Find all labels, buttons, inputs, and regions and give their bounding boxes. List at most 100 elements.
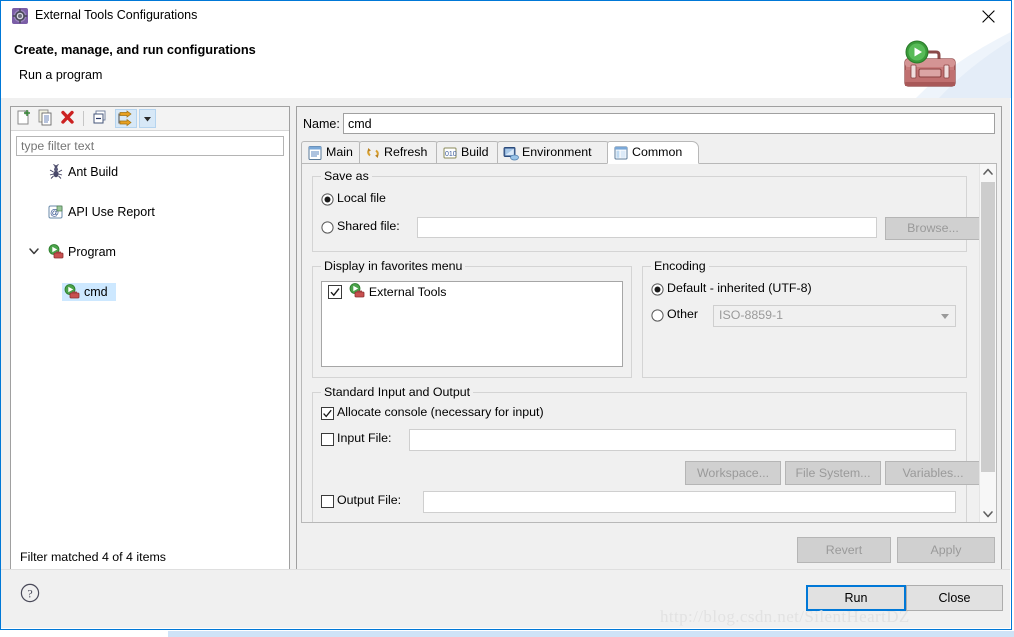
encoding-title: Encoding	[651, 259, 709, 273]
standard-io-title: Standard Input and Output	[321, 385, 474, 399]
title-bar: External Tools Configurations	[1, 1, 1011, 32]
filter-input[interactable]	[16, 136, 284, 156]
delete-configuration-button[interactable]	[59, 109, 79, 128]
revert-button[interactable]: Revert	[797, 537, 891, 563]
dialog-header: Create, manage, and run configurations R…	[1, 32, 1011, 98]
close-icon	[982, 10, 995, 23]
favorites-title: Display in favorites menu	[321, 259, 466, 273]
input-variables-button[interactable]: Variables...	[885, 461, 979, 485]
svg-text:010: 010	[445, 151, 457, 158]
input-file-input[interactable]	[409, 429, 956, 451]
dialog-footer: ? Run Close	[1, 569, 1010, 628]
favorites-list[interactable]: External Tools	[321, 281, 623, 367]
radio-label: Default - inherited (UTF-8)	[667, 281, 812, 295]
banner-graphic	[861, 32, 1011, 98]
configuration-editor-panel: Name: cmd Main Refresh 010 Build Environ…	[296, 106, 1002, 572]
checkbox-indicator[interactable]	[328, 285, 342, 305]
program-icon	[64, 284, 80, 300]
scroll-down-arrow-icon[interactable]	[980, 505, 996, 522]
tab-label: Environment	[522, 145, 592, 159]
close-button[interactable]: Close	[906, 585, 1003, 611]
gear-icon	[12, 8, 28, 24]
tab-refresh[interactable]: Refresh	[359, 141, 441, 163]
filter-dropdown-button[interactable]	[139, 109, 156, 128]
name-row: Name:	[297, 107, 1001, 141]
scroll-up-arrow-icon[interactable]	[980, 164, 996, 181]
window-close-button[interactable]	[966, 1, 1011, 31]
input-file-system-button[interactable]: File System...	[785, 461, 881, 485]
environment-tab-icon	[503, 145, 519, 161]
tree-item-label: Ant Build	[68, 165, 119, 179]
tree-item-program[interactable]: Program	[12, 242, 288, 262]
dialog-body: Ant Build @ API Use Report	[1, 98, 1010, 572]
list-item-label: External Tools	[368, 285, 447, 299]
name-input[interactable]	[343, 113, 995, 134]
save-as-title: Save as	[321, 169, 372, 183]
list-item[interactable]: External Tools	[322, 282, 622, 302]
program-icon	[349, 283, 365, 305]
favorites-group: Display in favorites menu External Tools	[312, 259, 632, 378]
tab-label: Common	[632, 145, 683, 159]
tab-bar: Main Refresh 010 Build Environment Commo…	[301, 141, 997, 164]
main-tab-icon	[307, 145, 323, 161]
apply-button[interactable]: Apply	[897, 537, 995, 563]
tab-environment[interactable]: Environment	[497, 141, 612, 163]
filter-button[interactable]	[115, 109, 137, 128]
checkbox-indicator	[321, 495, 334, 511]
common-tab-content: Save as Local file Shared file: Browse..…	[301, 163, 997, 523]
window-title: External Tools Configurations	[35, 8, 198, 22]
encoding-other-combo[interactable]: ISO-8859-1	[713, 305, 956, 327]
collapse-all-button[interactable]	[91, 109, 111, 128]
api-icon: @	[48, 204, 64, 220]
chevron-down-icon[interactable]	[28, 242, 40, 262]
radio-indicator	[651, 283, 664, 299]
filter-status-text: Filter matched 4 of 4 items	[20, 550, 166, 564]
scrollbar-thumb[interactable]	[981, 182, 995, 472]
configurations-tree[interactable]: Ant Build @ API Use Report Program cmd	[12, 162, 288, 539]
tree-item-label: API Use Report	[68, 205, 155, 219]
checkbox-indicator	[321, 407, 334, 423]
run-button[interactable]: Run	[806, 585, 906, 611]
refresh-tab-icon	[365, 145, 381, 161]
tab-label: Build	[461, 145, 489, 159]
save-as-group: Save as Local file Shared file: Browse..…	[312, 169, 979, 252]
radio-label: Shared file:	[337, 219, 400, 233]
browse-button[interactable]: Browse...	[885, 217, 979, 240]
new-configuration-button[interactable]	[15, 109, 35, 128]
checkbox-label: Output File:	[337, 493, 402, 507]
page-title: Create, manage, and run configurations	[14, 42, 256, 57]
tree-item-api-use-report[interactable]: @ API Use Report	[12, 202, 288, 222]
tree-item-cmd[interactable]: cmd	[12, 282, 288, 302]
configurations-toolbar	[11, 107, 289, 131]
tab-label: Refresh	[384, 145, 428, 159]
vertical-scrollbar[interactable]	[979, 164, 996, 522]
encoding-group: Encoding Default - inherited (UTF-8) Oth…	[642, 259, 967, 378]
checkbox-indicator	[321, 433, 334, 449]
page-subtitle: Run a program	[19, 68, 103, 82]
radio-indicator	[321, 193, 334, 209]
tab-label: Main	[326, 145, 353, 159]
output-file-input[interactable]	[423, 491, 956, 513]
input-workspace-button[interactable]: Workspace...	[685, 461, 781, 485]
checkbox-label: Allocate console (necessary for input)	[337, 405, 544, 419]
duplicate-configuration-button[interactable]	[37, 109, 57, 128]
build-tab-icon: 010	[442, 145, 458, 161]
tab-build[interactable]: 010 Build	[436, 141, 502, 163]
tree-item-label: cmd	[84, 285, 108, 299]
svg-text:?: ?	[27, 587, 32, 601]
toolbar-separator	[83, 111, 84, 126]
tree-item-label: Program	[68, 245, 116, 259]
tree-item-ant-build[interactable]: Ant Build	[12, 162, 288, 182]
help-question-icon[interactable]: ?	[20, 583, 40, 603]
external-tools-configurations-dialog: External Tools Configurations Create, ma…	[0, 0, 1012, 630]
common-tab-scroll-area: Save as Local file Shared file: Browse..…	[302, 164, 979, 522]
standard-io-group: Standard Input and Output Allocate conso…	[312, 385, 979, 522]
radio-indicator	[321, 221, 334, 237]
shared-file-input[interactable]	[417, 217, 877, 238]
tab-main[interactable]: Main	[301, 141, 364, 163]
radio-label: Local file	[337, 191, 386, 205]
encoding-other-value: ISO-8859-1	[719, 308, 784, 322]
tab-common[interactable]: Common	[607, 141, 699, 164]
checkbox-label: Input File:	[337, 431, 392, 445]
radio-indicator	[651, 309, 664, 325]
